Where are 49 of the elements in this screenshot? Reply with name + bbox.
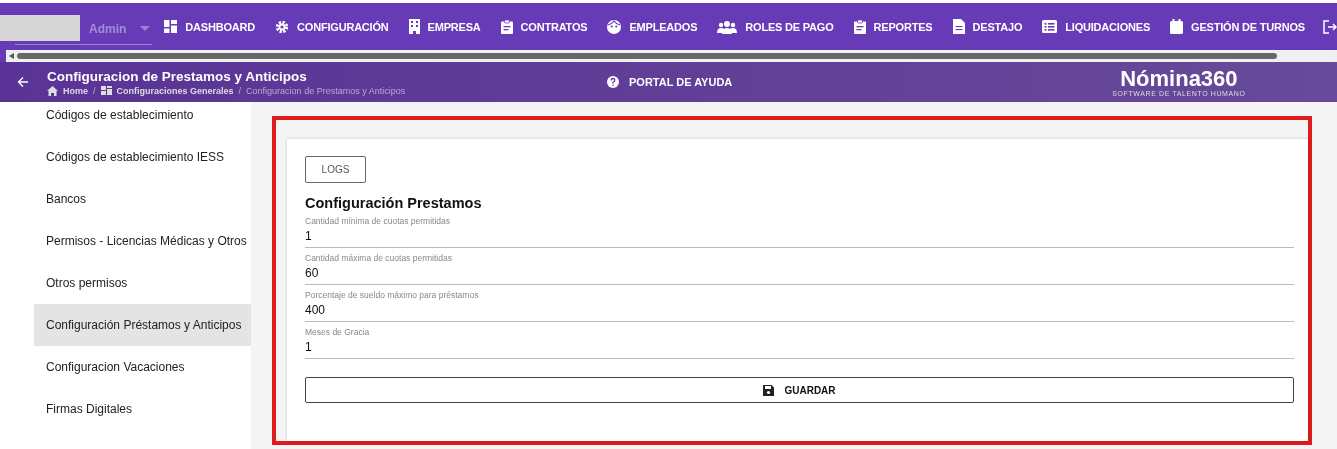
help-icon — [607, 76, 619, 88]
back-arrow-icon[interactable] — [17, 76, 29, 88]
logout-icon[interactable] — [1323, 19, 1337, 34]
nav-link[interactable]: EMPRESA — [408, 19, 481, 34]
input-field[interactable]: Cantidad mínima de cuotas permitidas 1 — [305, 211, 1294, 248]
nav-link[interactable]: CONTRATOS — [500, 19, 588, 34]
people-icon — [717, 19, 738, 34]
breadcrumb-separator: / — [93, 85, 96, 96]
breadcrumb-link[interactable]: Home — [63, 85, 88, 96]
input-field[interactable]: Meses de Gracia 1 — [305, 322, 1294, 359]
document-icon — [952, 19, 965, 34]
nav-link[interactable]: CONFIGURACIÓN — [275, 19, 389, 34]
help-link[interactable]: PORTAL DE AYUDA — [607, 76, 733, 88]
sidebar-item[interactable]: Permisos - Licencias Médicas y Otros — [34, 220, 251, 262]
nav-link[interactable]: EMPLEADOS — [607, 19, 698, 34]
grid-icon — [164, 20, 178, 33]
clipboard-icon — [853, 19, 866, 34]
nav-link[interactable]: LIQUIDACIONES — [1042, 20, 1151, 33]
logs-button[interactable]: LOGS — [305, 156, 366, 183]
nav-link[interactable]: GESTIÓN DE TURNOS — [1170, 19, 1305, 34]
form-title: Configuración Prestamos — [305, 195, 483, 211]
breadcrumb-separator: / — [238, 85, 242, 96]
horizontal-scrollbar[interactable] — [0, 50, 1337, 62]
breadcrumb-current: Configuracion de Prestamos y Anticipos — [246, 85, 406, 96]
page-title: Configuracion de Prestamos y Anticipos — [47, 68, 308, 84]
input-field[interactable]: Cantidad máxima de cuotas permitidas 60 — [305, 248, 1294, 285]
dashboard-icon — [100, 86, 112, 95]
breadcrumb-link[interactable]: Configuraciones Generales — [116, 85, 234, 96]
sidebar-item[interactable]: Configuracion Vacaciones — [34, 346, 251, 388]
calendar-icon — [1170, 19, 1184, 34]
clipboard-icon — [500, 19, 513, 34]
sidebar-item[interactable]: Configuración Préstamos y Anticipos — [34, 304, 251, 346]
sidebar-item[interactable]: Bancos — [34, 178, 251, 220]
nav-link[interactable]: DESTAJO — [952, 19, 1023, 34]
face-icon — [607, 19, 622, 34]
sidebar-item[interactable]: Otros permisos — [34, 262, 251, 304]
nav-link[interactable]: ROLES DE PAGO — [717, 19, 834, 34]
sidebar-item[interactable]: Códigos de establecimiento IESS — [34, 136, 251, 178]
home-icon — [47, 85, 58, 96]
settings-icon — [275, 19, 290, 34]
scroll-left-icon[interactable] — [9, 53, 15, 59]
input-field[interactable]: Porcentaje de sueldo máximo para préstamos 400 — [305, 285, 1294, 322]
list-icon — [1042, 20, 1058, 33]
nav-link[interactable]: REPORTES — [853, 19, 933, 34]
save-button[interactable]: GUARDAR — [305, 377, 1294, 403]
building-icon — [408, 19, 420, 34]
nav-link[interactable]: DASHBOARD — [164, 20, 256, 33]
sidebar-item[interactable]: Firmas Digitales — [34, 388, 251, 430]
caret-icon — [140, 26, 151, 32]
